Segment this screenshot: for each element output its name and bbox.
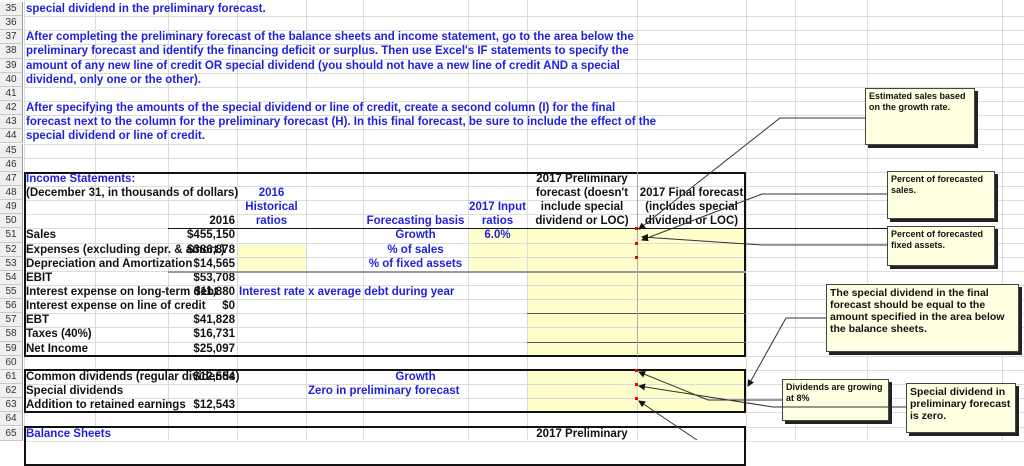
connector-balance-sheets xyxy=(638,400,698,440)
comment-connectors xyxy=(638,117,906,440)
connector-special-dividend-zero xyxy=(638,383,906,408)
connector-special-dividend-final xyxy=(747,317,826,387)
connector-dividends-growing xyxy=(638,371,782,401)
connector-percent-fixed-assets xyxy=(641,233,887,246)
connector-estimated-sales xyxy=(638,117,865,230)
connector-percent-sales xyxy=(641,193,887,242)
